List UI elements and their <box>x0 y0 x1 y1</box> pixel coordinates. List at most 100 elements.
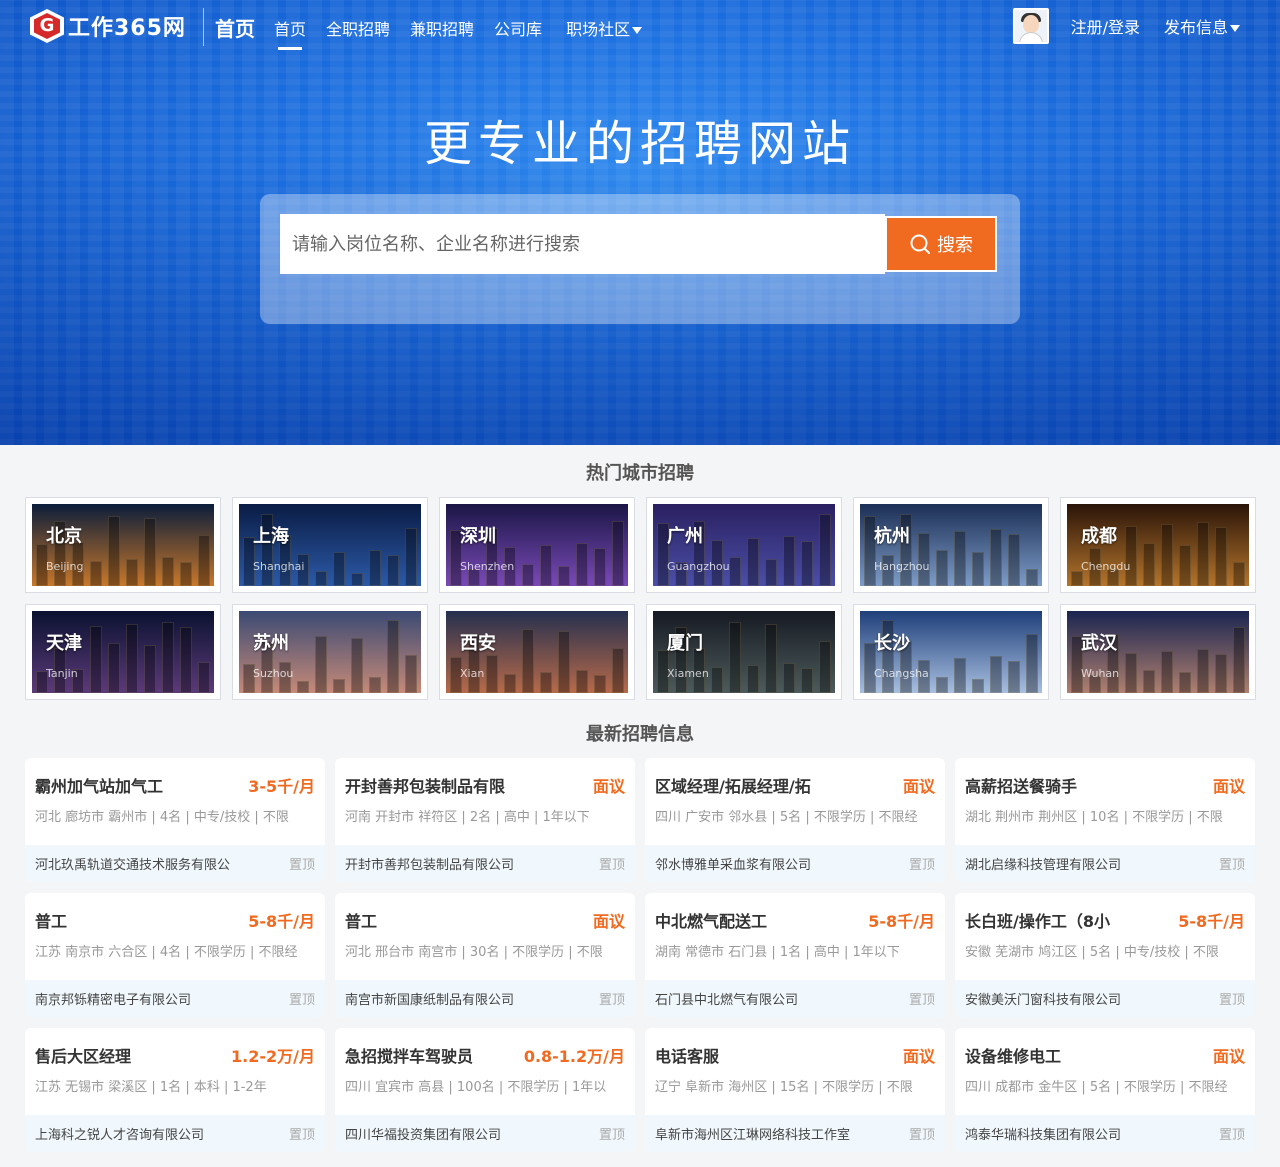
city-card[interactable]: 深圳 Shenzhen <box>439 497 635 593</box>
city-card[interactable]: 北京 Beijing <box>25 497 221 593</box>
job-card[interactable]: 高薪招送餐骑手 面议 湖北 荆州市 荆州区 | 10名 | 不限学历 | 不限湖北启… <box>955 758 1255 882</box>
city-name: 上海 <box>253 526 289 547</box>
city-image: 武汉 Wuhan <box>1067 611 1249 693</box>
job-card-footer: 石门县中北燃气有限公司 置顶 <box>645 980 945 1017</box>
job-salary: 1.2-2万/月 <box>231 1047 315 1066</box>
job-company[interactable]: 安徽美沃门窗科技有限公司 <box>965 989 1121 1008</box>
job-pin-badge: 置顶 <box>288 858 315 873</box>
city-name-en: Hangzhou <box>874 560 930 573</box>
job-card-top: 高薪招送餐骑手 面议 湖北 荆州市 荆州区 | 10名 | 不限学历 | 不限 <box>955 758 1255 845</box>
publish-info-menu[interactable]: 发布信息 <box>1164 14 1240 38</box>
job-card[interactable]: 中北燃气配送工 5-8千/月湖南 常德市 石门县 | 1名 | 高中 | 1年以下… <box>645 893 945 1017</box>
city-card[interactable]: 西安 Xian <box>439 604 635 700</box>
job-card-footer: 上海科之锐人才咨询有限公司 置顶 <box>25 1115 325 1152</box>
nav-link-parttime[interactable]: 兼职招聘 <box>410 16 474 40</box>
job-salary: 5-8千/月 <box>868 912 935 931</box>
job-company[interactable]: 邻水博雅单采血浆有限公司 <box>655 854 811 873</box>
city-image: 长沙 Changsha <box>860 611 1042 693</box>
job-company[interactable]: 南京邦铄精密电子有限公司 <box>35 989 191 1008</box>
job-company[interactable]: 石门县中北燃气有限公司 <box>655 989 798 1008</box>
job-title[interactable]: 长白班/操作工（8小 <box>965 908 1110 932</box>
job-card[interactable]: 长白班/操作工（8小 5-8千/月 安徽 芜湖市 鸠江区 | 5名 | 中专/技校 … <box>955 893 1255 1017</box>
job-title[interactable]: 普工 <box>35 908 67 932</box>
publish-info-label: 发布信息 <box>1163 18 1228 37</box>
job-salary: 面议 <box>902 1047 935 1066</box>
city-card[interactable]: 广州 Guangzhou <box>646 497 842 593</box>
city-name-en: Changsha <box>874 667 929 680</box>
city-card[interactable]: 苏州 Suzhou <box>232 604 428 700</box>
job-company[interactable]: 阜新市海州区江琳网络科技工作室 <box>655 1124 850 1143</box>
job-title[interactable]: 区域经理/拓展经理/拓 <box>655 773 811 797</box>
city-name: 杭州 <box>874 526 910 547</box>
city-name: 西安 <box>460 633 496 654</box>
job-title[interactable]: 霸州加气站加气工 <box>35 773 163 797</box>
job-card[interactable]: 开封善邦包装制品有限 面议 河南 开封市 祥符区 | 2名 | 高中 | 1年以下开… <box>335 758 635 882</box>
job-header: 霸州加气站加气工 3-5千/月 <box>35 772 315 798</box>
job-card[interactable]: 设备维修电工 面议 四川 成都市 金牛区 | 5名 | 不限学历 | 不限经 鸿泰华瑞… <box>955 1028 1255 1152</box>
job-meta: 辽宁 阜新市 海州区 | 15名 | 不限学历 | 不限 <box>655 1080 913 1095</box>
job-company[interactable]: 河北玖禹轨道交通技术服务有限公 <box>35 854 230 873</box>
city-name: 北京 <box>46 526 82 547</box>
job-card[interactable]: 售后大区经理 1.2-2万/月 江苏 无锡市 梁溪区 | 1名 | 本科 | 1-2… <box>25 1028 325 1152</box>
city-name-en: Wuhan <box>1081 667 1120 680</box>
job-company[interactable]: 开封市善邦包装制品有限公司 <box>345 854 514 873</box>
nav-link-community[interactable]: 职场社区 <box>566 16 643 40</box>
city-card[interactable]: 长沙 Changsha <box>853 604 1049 700</box>
nav-link-companies[interactable]: 公司库 <box>494 16 542 40</box>
job-pin-badge: 置顶 <box>1218 858 1245 873</box>
city-card[interactable]: 武汉 Wuhan <box>1060 604 1256 700</box>
job-card-footer: 邻水博雅单采血浆有限公司 置顶 <box>645 845 945 882</box>
job-company[interactable]: 南宫市新国康纸制品有限公司 <box>345 989 514 1008</box>
job-title[interactable]: 中北燃气配送工 <box>655 908 767 932</box>
job-card[interactable]: 霸州加气站加气工 3-5千/月 河北 廊坊市 霸州市 | 4名 | 中专/技校 | … <box>25 758 325 882</box>
city-name-en: Shenzhen <box>460 560 515 573</box>
nav-link-home[interactable]: 首页 <box>274 16 306 50</box>
city-image: 成都 Chengdu <box>1067 504 1249 586</box>
login-register-link[interactable]: 注册/登录 <box>1071 14 1140 38</box>
city-card[interactable]: 天津 Tanjin <box>25 604 221 700</box>
job-card[interactable]: 普工 面议 河北 邢台市 南宫市 | 30名 | 不限学历 | 不限 南宫市新国康纸制… <box>335 893 635 1017</box>
city-name-en: Chengdu <box>1081 560 1131 573</box>
job-salary: 面议 <box>902 777 935 796</box>
job-card-footer: 河北玖禹轨道交通技术服务有限公 置顶 <box>25 845 325 882</box>
nav-link-fulltime[interactable]: 全职招聘 <box>326 16 390 40</box>
job-company[interactable]: 上海科之锐人才咨询有限公司 <box>35 1124 204 1143</box>
job-company[interactable]: 鸿泰华瑞科技集团有限公司 <box>965 1124 1121 1143</box>
job-card-top: 电话客服 面议辽宁 阜新市 海州区 | 15名 | 不限学历 | 不限 <box>645 1028 945 1115</box>
job-card[interactable]: 区域经理/拓展经理/拓 面议 四川 广安市 邻水县 | 5名 | 不限学历 | 不限… <box>645 758 945 882</box>
job-header: 开封善邦包装制品有限 面议 <box>345 772 625 798</box>
chevron-down-icon <box>1230 25 1240 32</box>
job-meta: 河南 开封市 祥符区 | 2名 | 高中 | 1年以下 <box>345 810 590 825</box>
job-title[interactable]: 普工 <box>345 908 377 932</box>
job-card[interactable]: 电话客服 面议辽宁 阜新市 海州区 | 15名 | 不限学历 | 不限阜新市海州区… <box>645 1028 945 1152</box>
search-button-label: 搜索 <box>937 235 973 256</box>
city-card[interactable]: 成都 Chengdu <box>1060 497 1256 593</box>
job-pin-badge: 置顶 <box>1218 993 1245 1008</box>
city-image: 广州 Guangzhou <box>653 504 835 586</box>
city-image: 天津 Tanjin <box>32 611 214 693</box>
job-title[interactable]: 高薪招送餐骑手 <box>965 773 1077 797</box>
city-name-en: Tanjin <box>46 667 78 680</box>
job-card-top: 开封善邦包装制品有限 面议河南 开封市 祥符区 | 2名 | 高中 | 1年以下 <box>335 758 635 845</box>
job-company[interactable]: 湖北启缘科技管理有限公司 <box>965 854 1121 873</box>
city-name: 成都 <box>1081 526 1117 547</box>
job-card[interactable]: 普工 5-8千/月 江苏 南京市 六合区 | 4名 | 不限学历 | 不限经 南京邦铄… <box>25 893 325 1017</box>
job-pin-badge: 置顶 <box>908 858 935 873</box>
search-button[interactable]: 搜索 <box>885 216 997 272</box>
avatar[interactable] <box>1012 8 1049 44</box>
job-title[interactable]: 设备维修电工 <box>965 1043 1061 1067</box>
job-title[interactable]: 开封善邦包装制品有限 <box>345 773 505 797</box>
site-logo[interactable]: G 工作365网 <box>30 8 186 44</box>
job-title[interactable]: 电话客服 <box>655 1043 719 1067</box>
job-card[interactable]: 急招搅拌车驾驶员 0.8-1.2万/月 四川 宜宾市 高县 | 100名 | 不限学… <box>335 1028 635 1152</box>
job-meta: 湖南 常德市 石门县 | 1名 | 高中 | 1年以下 <box>655 945 900 960</box>
city-name: 深圳 <box>460 526 496 547</box>
job-company[interactable]: 四川华福投资集团有限公司 <box>345 1124 501 1143</box>
job-title[interactable]: 急招搅拌车驾驶员 <box>345 1043 473 1067</box>
city-card[interactable]: 厦门 Xiamen <box>646 604 842 700</box>
job-title[interactable]: 售后大区经理 <box>35 1043 131 1067</box>
city-card[interactable]: 上海 Shanghai <box>232 497 428 593</box>
job-pin-badge: 置顶 <box>598 858 625 873</box>
city-card[interactable]: 杭州 Hangzhou <box>853 497 1049 593</box>
search-input[interactable] <box>280 214 885 274</box>
